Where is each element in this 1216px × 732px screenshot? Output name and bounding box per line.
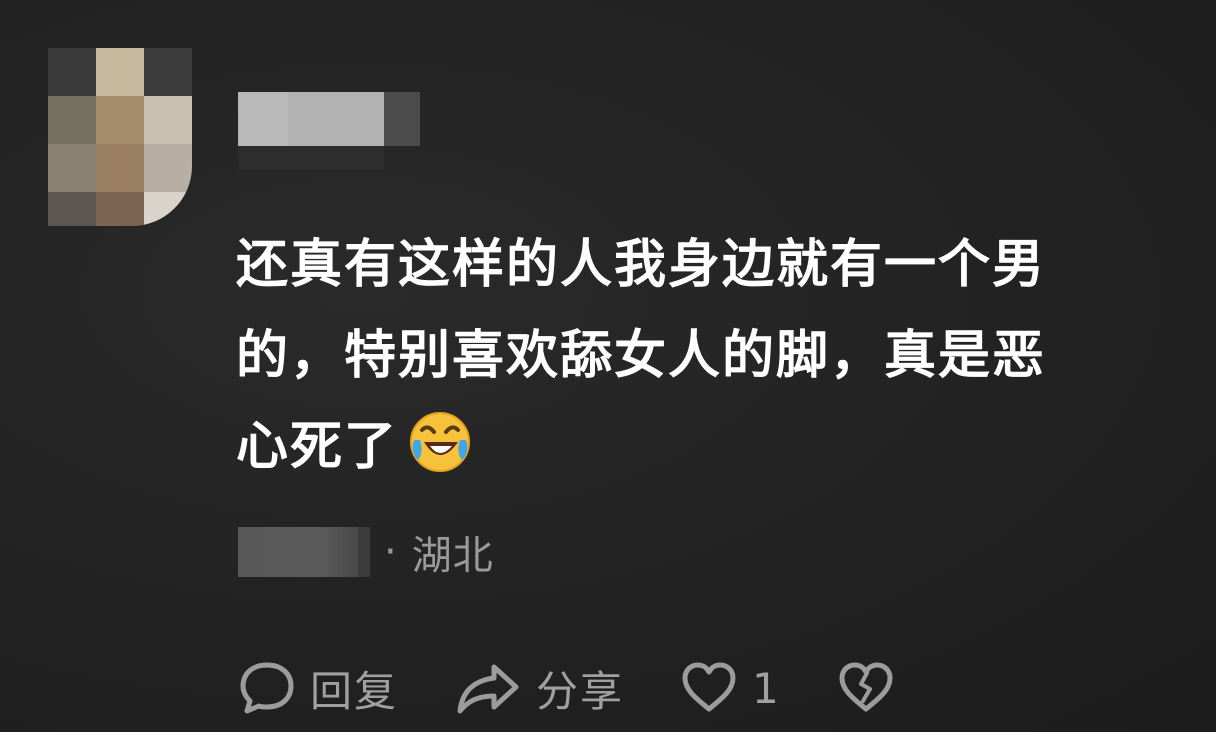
comment-line-3: 心死了 bbox=[236, 402, 1116, 493]
like-button[interactable]: 1 bbox=[680, 659, 781, 717]
broken-heart-icon bbox=[837, 659, 895, 717]
comment-line-3-text: 心死了 bbox=[236, 417, 399, 477]
username-blur-shadow bbox=[238, 146, 384, 170]
speech-bubble-icon bbox=[238, 659, 296, 717]
location-label: 湖北 bbox=[411, 533, 494, 579]
share-arrow-icon bbox=[454, 659, 522, 717]
share-button[interactable]: 分享 bbox=[454, 658, 624, 719]
timestamp-censored-tail bbox=[358, 527, 370, 577]
comment-line-1: 还真有这样的人我身边就有一个男 bbox=[236, 235, 1047, 295]
meta-separator: · bbox=[384, 529, 398, 575]
comment-line-2: 的，特别喜欢舔女人的脚，真是恶 bbox=[236, 326, 1047, 386]
timestamp-censored bbox=[238, 527, 358, 577]
share-label: 分享 bbox=[536, 666, 625, 716]
reply-button[interactable]: 回复 bbox=[238, 658, 398, 719]
comment-text: 还真有这样的人我身边就有一个男 的，特别喜欢舔女人的脚，真是恶 心死了 bbox=[236, 220, 1116, 493]
action-bar: 回复 分享 1 bbox=[238, 656, 951, 720]
comment-screen: 还真有这样的人我身边就有一个男 的，特别喜欢舔女人的脚，真是恶 心死了 · 湖北 bbox=[0, 0, 1216, 732]
laughing-crying-emoji-icon bbox=[408, 410, 472, 474]
like-count: 1 bbox=[752, 663, 781, 713]
reply-label: 回复 bbox=[310, 666, 399, 716]
avatar[interactable] bbox=[48, 48, 192, 226]
username-censored[interactable] bbox=[238, 92, 420, 146]
comment-meta: · 湖北 bbox=[238, 524, 494, 580]
dislike-button[interactable] bbox=[837, 659, 895, 717]
heart-icon bbox=[680, 659, 738, 717]
